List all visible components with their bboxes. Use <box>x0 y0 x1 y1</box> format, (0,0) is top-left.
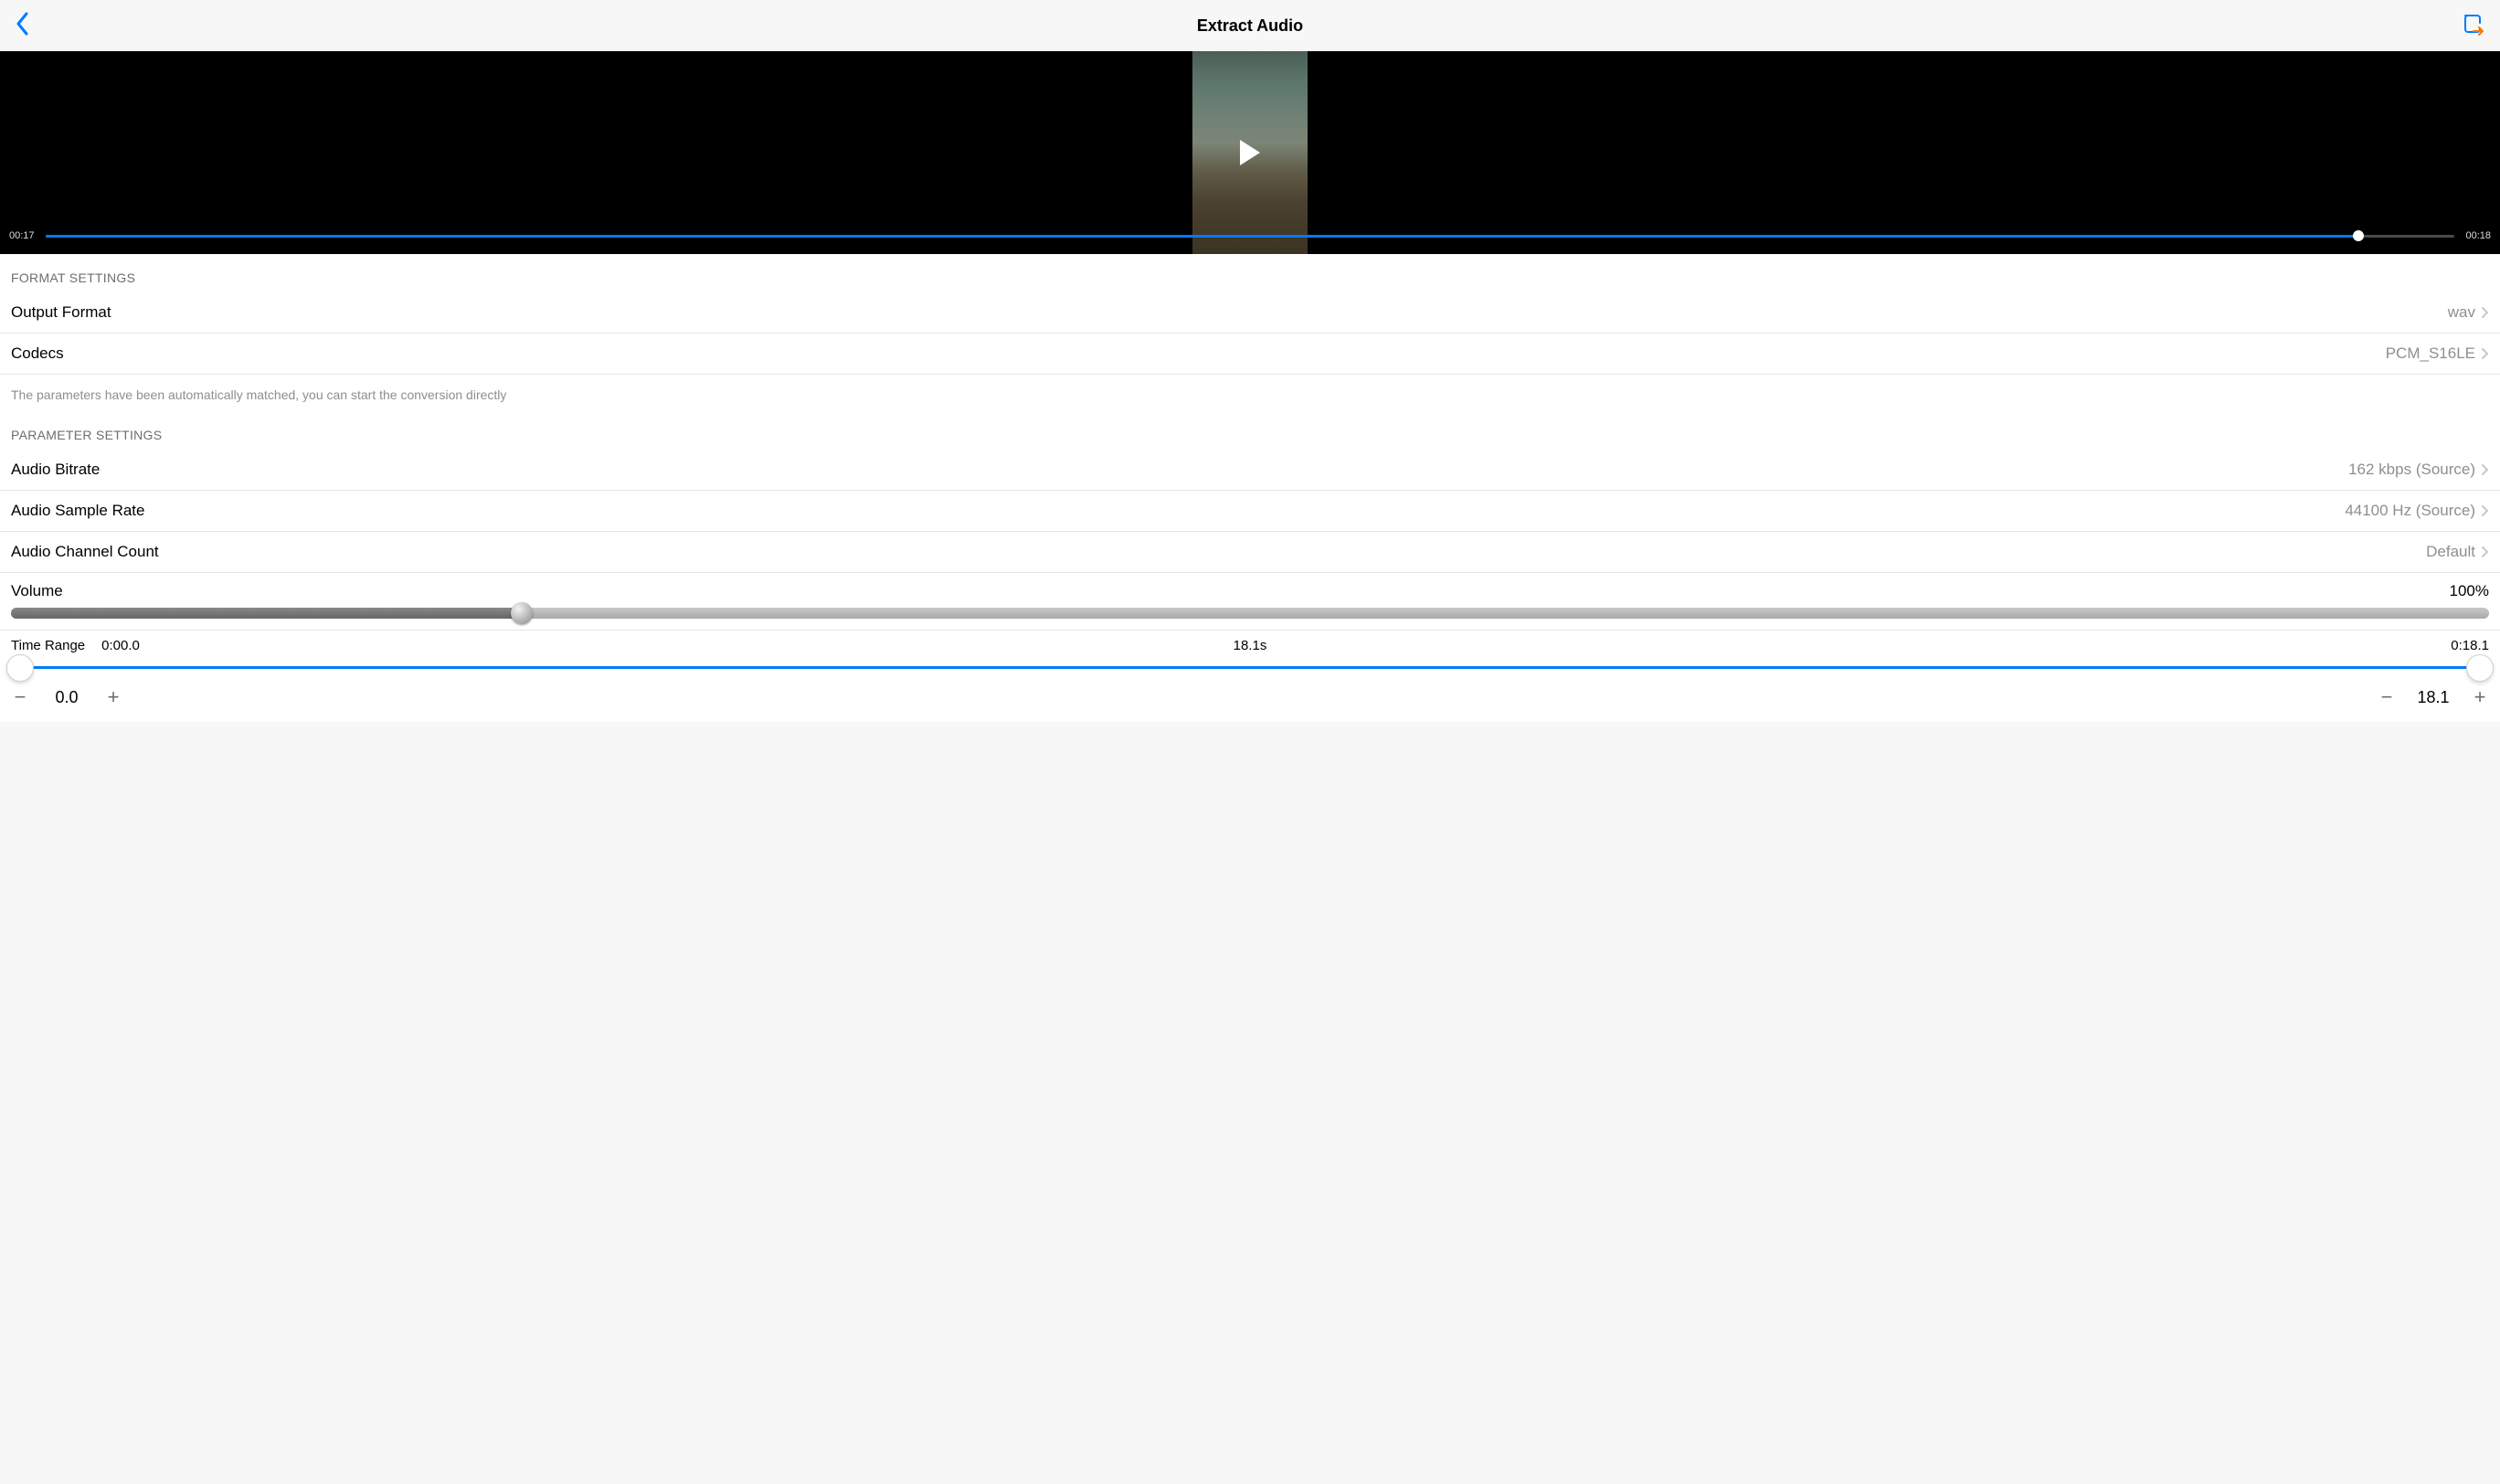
chevron-right-icon <box>2481 504 2489 517</box>
start-decrement-button[interactable]: − <box>11 685 29 709</box>
chevron-right-icon <box>2481 463 2489 476</box>
output-format-label: Output Format <box>11 303 111 322</box>
start-increment-button[interactable]: + <box>104 685 122 709</box>
video-seek-fill <box>46 235 2358 238</box>
time-range-end: 0:18.1 <box>2451 638 2489 653</box>
volume-slider-knob[interactable] <box>511 602 533 624</box>
export-icon <box>2462 12 2485 36</box>
back-button[interactable] <box>15 11 31 41</box>
format-note: The parameters have been automatically m… <box>0 375 2500 411</box>
video-seek-knob[interactable] <box>2353 230 2364 241</box>
volume-slider[interactable] <box>11 608 2489 619</box>
time-range-start: 0:00.0 <box>101 638 140 653</box>
time-range-slider[interactable] <box>20 666 2480 669</box>
video-preview: 00:17 00:18 <box>0 51 2500 254</box>
audio-bitrate-value: 162 kbps (Source) <box>2348 461 2475 479</box>
page-title: Extract Audio <box>1197 16 1303 36</box>
output-format-value: wav <box>2448 303 2475 322</box>
chevron-right-icon <box>2481 347 2489 360</box>
video-seek-track[interactable] <box>46 235 2454 238</box>
audio-bitrate-label: Audio Bitrate <box>11 461 100 479</box>
play-button[interactable] <box>1240 140 1260 165</box>
codecs-label: Codecs <box>11 344 64 363</box>
row-audio-sample-rate[interactable]: Audio Sample Rate 44100 Hz (Source) <box>0 491 2500 532</box>
row-audio-bitrate[interactable]: Audio Bitrate 162 kbps (Source) <box>0 450 2500 491</box>
section-header-params: PARAMETER SETTINGS <box>0 411 2500 450</box>
end-decrement-button[interactable]: − <box>2378 685 2396 709</box>
volume-slider-fill <box>11 608 522 619</box>
time-range-end-knob[interactable] <box>2466 654 2494 682</box>
time-range-start-knob[interactable] <box>6 654 34 682</box>
start-stepper-value: 0.0 <box>49 688 84 707</box>
video-current-time: 00:17 <box>9 230 37 241</box>
audio-channel-count-value: Default <box>2426 543 2475 561</box>
end-increment-button[interactable]: + <box>2471 685 2489 709</box>
chevron-left-icon <box>15 11 31 37</box>
audio-channel-count-label: Audio Channel Count <box>11 543 159 561</box>
row-output-format[interactable]: Output Format wav <box>0 292 2500 334</box>
volume-value: 100% <box>2450 582 2489 600</box>
export-button[interactable] <box>2462 12 2485 40</box>
audio-sample-rate-label: Audio Sample Rate <box>11 502 144 520</box>
end-stepper-value: 18.1 <box>2416 688 2451 707</box>
row-codecs[interactable]: Codecs PCM_S16LE <box>0 334 2500 375</box>
video-progress: 00:17 00:18 <box>9 230 2491 241</box>
section-header-format: FORMAT SETTINGS <box>0 254 2500 292</box>
codecs-value: PCM_S16LE <box>2386 344 2475 363</box>
start-stepper: − 0.0 + <box>11 685 122 709</box>
audio-sample-rate-value: 44100 Hz (Source) <box>2345 502 2475 520</box>
end-stepper: − 18.1 + <box>2378 685 2489 709</box>
time-range-label: Time Range <box>11 638 85 653</box>
chevron-right-icon <box>2481 306 2489 319</box>
chevron-right-icon <box>2481 546 2489 558</box>
header: Extract Audio <box>0 0 2500 51</box>
row-audio-channel-count[interactable]: Audio Channel Count Default <box>0 532 2500 573</box>
time-range-duration: 18.1s <box>1234 638 1267 653</box>
video-total-time: 00:18 <box>2463 230 2491 241</box>
volume-label: Volume <box>11 582 63 600</box>
row-time-range: Time Range 0:00.0 18.1s 0:18.1 − 0.0 + −… <box>0 631 2500 722</box>
row-volume: Volume 100% <box>0 573 2500 631</box>
